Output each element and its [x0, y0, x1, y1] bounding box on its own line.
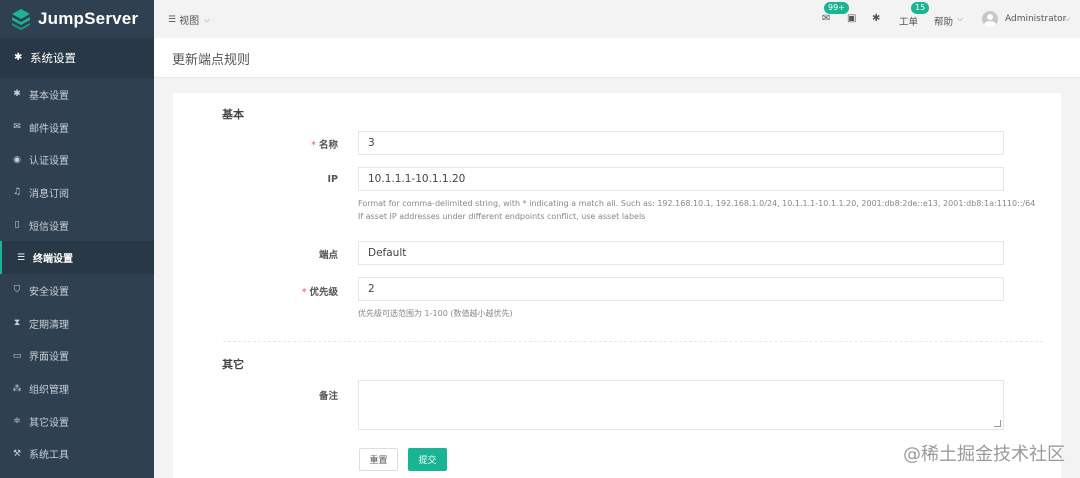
jumpserver-logo-icon [12, 9, 30, 30]
section-title-other: 其它 [222, 358, 244, 371]
tickets-badge: 15 [911, 2, 930, 14]
envelope-icon[interactable]: ✉ [822, 13, 830, 24]
wrench-icon: ⚒ [12, 448, 22, 459]
priority-input[interactable]: 2 [358, 277, 1004, 301]
sidebar-item-label: 消息订阅 [29, 188, 69, 200]
page-header: 更新端点规则 [154, 38, 1080, 78]
form-card: 基本 * 名称 3 IP 10.1.1.1-10.1.1.20 Format fo… [173, 93, 1061, 478]
sidebar: JumpServer ✱ 系统设置 ✱ 基本设置 ✉ 邮件设置 ◉ 认证设置 ♫ 消息订… [0, 0, 154, 478]
ip-help-text-conflict: If asset IP addresses under different en… [358, 212, 646, 221]
sidebar-item-cleaning[interactable]: ⧗ 定期清理 [0, 307, 154, 340]
reset-button[interactable]: 重置 [359, 448, 398, 471]
sidebar-item-label: 其它设置 [29, 417, 69, 429]
mobile-icon: ▯ [14, 220, 20, 231]
section-title-basic: 基本 [222, 108, 244, 121]
sitemap-icon: ⁂ [12, 383, 22, 394]
app-name: JumpServer [38, 9, 139, 28]
sidebar-section-label: 系统设置 [30, 51, 76, 65]
gear-icon[interactable]: ✱ [872, 13, 880, 24]
user-name[interactable]: Administrator [1005, 14, 1066, 24]
sidebar-item-terminal[interactable]: ☰ 终端设置 [0, 241, 154, 275]
endpoint-label: 端点 [318, 250, 338, 261]
sidebar-item-label: 定期清理 [29, 319, 69, 331]
sidebar-item-sms[interactable]: ▯ 短信设置 [0, 209, 154, 242]
help-menu[interactable]: 帮助 [934, 14, 953, 28]
gear-icon: ✱ [14, 52, 23, 63]
chevron-down-icon: ⌵ [957, 14, 964, 23]
ip-input[interactable]: 10.1.1.1-10.1.1.20 [358, 167, 1004, 191]
name-input[interactable]: 3 [358, 131, 1004, 155]
sidebar-item-tools[interactable]: ⚒ 系统工具 [0, 438, 154, 471]
sidebar-item-email[interactable]: ✉ 邮件设置 [0, 111, 154, 144]
comment-textarea[interactable] [358, 380, 1004, 430]
name-label: * 名称 [311, 140, 338, 151]
priority-label: * 优先级 [301, 287, 338, 298]
sidebar-item-message[interactable]: ♫ 消息订阅 [0, 176, 154, 209]
terminal-icon[interactable]: ▣ [847, 13, 856, 24]
watermark: @稀土掘金技术社区 [903, 444, 1065, 465]
sidebar-item-label: 组织管理 [29, 385, 69, 397]
sidebar-item-auth[interactable]: ◉ 认证设置 [0, 143, 154, 176]
sidebar-item-label: 邮件设置 [29, 123, 69, 135]
priority-help-text: 优先级可选范围为 1-100 (数值越小越优先) [358, 309, 513, 318]
gear-icon: ✱ [13, 89, 21, 100]
bell-icon: ♫ [12, 187, 22, 198]
comment-label: 备注 [318, 391, 338, 402]
sidebar-item-label: 安全设置 [29, 286, 69, 298]
view-menu-label: 视图 [179, 16, 200, 27]
server-icon: ☰ [16, 252, 26, 263]
required-marker: * [301, 287, 307, 298]
sidebar-nav: ✱ 基本设置 ✉ 邮件设置 ◉ 认证设置 ♫ 消息订阅 ▯ 短信设置 ☰ 终端设置 ⛉ 安全设… [0, 78, 154, 470]
sidebar-item-label: 基本设置 [29, 90, 69, 102]
shield-icon: ⛉ [13, 285, 21, 296]
avatar[interactable] [982, 11, 998, 27]
sidebar-item-label: 短信设置 [29, 221, 69, 233]
chevron-down-icon: ⌵ [204, 14, 211, 24]
page-title: 更新端点规则 [172, 53, 251, 68]
submit-button[interactable]: 提交 [408, 448, 447, 471]
sidebar-item-label: 认证设置 [29, 156, 69, 168]
list-icon: ☰ [168, 14, 177, 25]
sidebar-item-basic[interactable]: ✱ 基本设置 [0, 78, 154, 111]
sidebar-item-label: 终端设置 [33, 254, 73, 266]
sidebar-item-label: 系统工具 [29, 450, 69, 462]
endpoint-select[interactable]: Default [358, 241, 1004, 265]
sidebar-section-system-settings[interactable]: ✱ 系统设置 [0, 38, 154, 78]
sidebar-item-security[interactable]: ⛉ 安全设置 [0, 274, 154, 307]
messages-badge: 99+ [824, 2, 849, 14]
sliders-icon: ≑ [13, 416, 21, 427]
user-circle-icon: ◉ [13, 154, 21, 165]
tickets-link[interactable]: 工单 [899, 14, 918, 28]
envelope-icon: ✉ [13, 122, 21, 133]
topbar: ☰ 视图 ⌵ ✉ 99+ ▣ ✱ 工单 15 帮助 ⌵ Administrato… [154, 0, 1080, 38]
ip-help-text: Format for comma-delimited string, with … [358, 199, 1036, 208]
sidebar-item-other[interactable]: ≑ 其它设置 [0, 405, 154, 438]
logo[interactable]: JumpServer [0, 0, 154, 38]
laptop-icon: ▭ [12, 350, 22, 361]
sidebar-item-interface[interactable]: ▭ 界面设置 [0, 340, 154, 373]
section-divider [223, 341, 1043, 342]
sidebar-item-label: 界面设置 [29, 352, 69, 364]
required-marker: * [311, 140, 316, 151]
sidebar-item-organization[interactable]: ⁂ 组织管理 [0, 372, 154, 405]
ip-label: IP [327, 174, 339, 185]
view-menu[interactable]: ☰ 视图 ⌵ [168, 12, 211, 28]
chevron-down-icon: ⌵ [1064, 14, 1071, 23]
hourglass-icon: ⧗ [13, 318, 21, 329]
